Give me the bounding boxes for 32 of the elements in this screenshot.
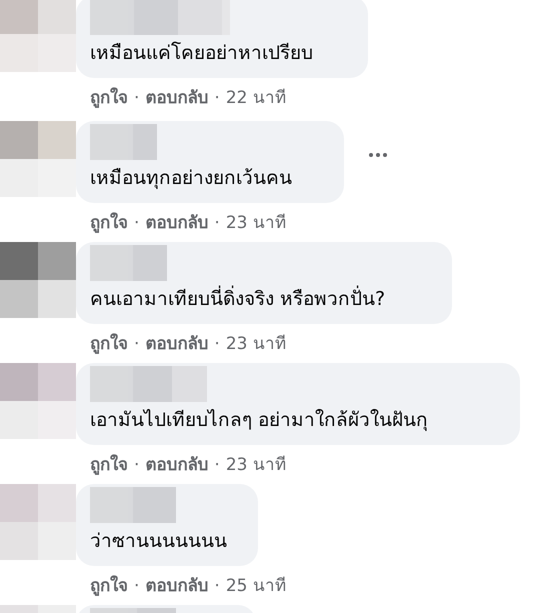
reply-link[interactable]: ตอบกลับ xyxy=(145,453,208,477)
separator-dot: · xyxy=(214,87,220,110)
timestamp[interactable]: 23 นาที xyxy=(226,332,286,356)
like-link[interactable]: ถูกใจ xyxy=(90,332,128,356)
separator-dot: · xyxy=(134,333,140,356)
separator-dot: · xyxy=(214,575,220,598)
blurred-name xyxy=(90,124,157,160)
comment-text: เหมือนแค่โคยอย่าหาเปรียบ xyxy=(90,40,314,66)
timestamp[interactable]: 23 นาที xyxy=(226,453,286,477)
separator-dot: · xyxy=(134,87,140,110)
reply-link[interactable]: ตอบกลับ xyxy=(145,574,208,598)
like-link[interactable]: ถูกใจ xyxy=(90,574,128,598)
separator-dot: · xyxy=(134,575,140,598)
comment-text: เอามันไปเทียบไกลๆ อย่ามาใกล้ผัวในฝันกุ xyxy=(90,408,430,433)
like-link[interactable]: ถูกใจ xyxy=(90,453,128,477)
like-link[interactable]: ถูกใจ xyxy=(90,86,128,110)
timestamp[interactable]: 23 นาที xyxy=(226,211,286,235)
reply-link[interactable]: ตอบกลับ xyxy=(145,332,208,356)
reply-link[interactable]: ตอบกลับ xyxy=(145,86,208,110)
separator-dot: · xyxy=(134,212,140,235)
reply-link[interactable]: ตอบกลับ xyxy=(145,211,208,235)
comment-text: เหมือนทุกอย่างยกเว้นคน xyxy=(90,166,293,191)
comment-text: ว่าซานนนนนนน xyxy=(90,529,228,554)
timestamp[interactable]: 25 นาที xyxy=(226,574,286,598)
separator-dot: · xyxy=(214,454,220,477)
separator-dot: · xyxy=(214,212,220,235)
comment-text: คนเอามาเทียบนี่ดิ่งจริง หรือพวกปั่น? xyxy=(90,285,436,313)
more-icon[interactable] xyxy=(368,152,388,158)
separator-dot: · xyxy=(134,454,140,477)
like-link[interactable]: ถูกใจ xyxy=(90,211,128,235)
timestamp[interactable]: 22 นาที xyxy=(226,86,286,110)
separator-dot: · xyxy=(214,333,220,356)
